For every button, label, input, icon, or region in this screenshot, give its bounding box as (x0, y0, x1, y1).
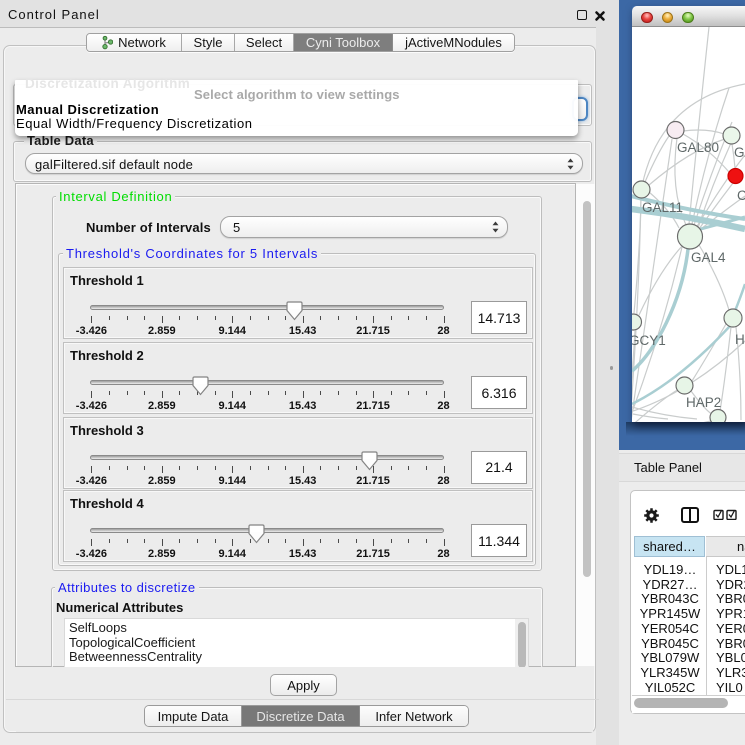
svg-text:GAL80: GAL80 (677, 140, 719, 155)
svg-text:H: H (735, 332, 745, 347)
svg-text:GA: GA (734, 145, 745, 160)
svg-text:GCY1: GCY1 (632, 333, 666, 348)
svg-text:GAL4: GAL4 (691, 250, 726, 265)
svg-text:C: C (737, 188, 745, 203)
svg-text:GAL11: GAL11 (642, 200, 683, 215)
svg-text:HAP2: HAP2 (686, 395, 721, 410)
